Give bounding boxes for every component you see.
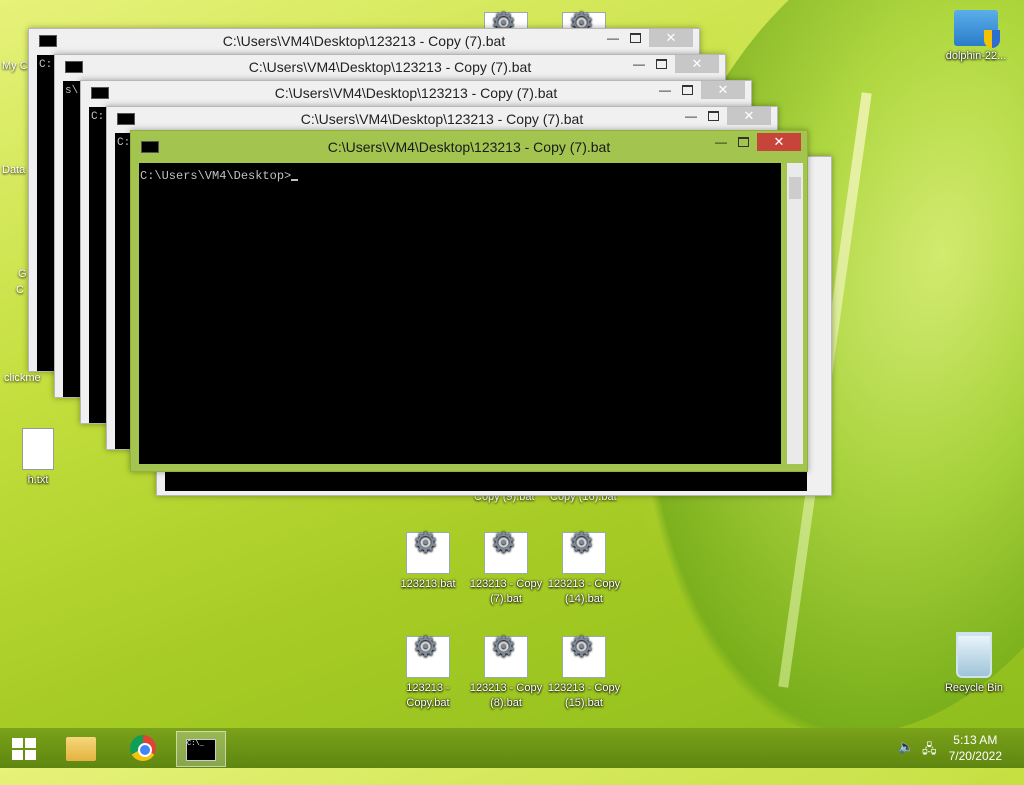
desktop-icon-bat[interactable]: 123213 - Copy (7).bat	[468, 532, 544, 607]
clock-time: 5:13 AM	[953, 733, 998, 747]
minimize-button[interactable]: —	[715, 135, 729, 149]
desktop-icon-dolphin[interactable]: dolphin-22...	[938, 10, 1014, 64]
close-button[interactable]: ✕	[727, 107, 771, 125]
maximize-button[interactable]	[708, 111, 719, 121]
maximize-button[interactable]	[630, 33, 641, 43]
window-title: C:\Users\VM4\Desktop\123213 - Copy (7).b…	[248, 59, 532, 75]
network-icon[interactable]: 🖧	[922, 740, 937, 762]
desktop-icon-label: 123213 - Copy (7).bat	[469, 578, 543, 605]
desktop-icon-label[interactable]: My C	[2, 60, 28, 72]
window-titlebar[interactable]: C:\Users\VM4\Desktop\123213 - Copy (7).b…	[107, 107, 777, 129]
window-title: C:\Users\VM4\Desktop\123213 - Copy (7).b…	[300, 111, 584, 127]
vertical-scrollbar[interactable]	[787, 163, 803, 464]
window-title: C:\Users\VM4\Desktop\123213 - Copy (7).b…	[327, 139, 611, 155]
close-button[interactable]: ✕	[757, 133, 801, 151]
desktop-icon-recycle-bin[interactable]: Recycle Bin	[936, 632, 1012, 696]
desktop-icon-label: 123213 - Copy (8).bat	[469, 682, 543, 709]
desktop-icon-label[interactable]: clickme	[4, 372, 41, 384]
window-title: C:\Users\VM4\Desktop\123213 - Copy (7).b…	[274, 85, 558, 101]
batch-file-icon	[562, 532, 606, 574]
console-output[interactable]: C:\Users\VM4\Desktop>	[139, 163, 781, 464]
desktop-icon-label: 123213 - Copy (14).bat	[547, 578, 621, 605]
taskbar: C:\_ 🔈 🖧 5:13 AM 7/20/2022	[0, 728, 1024, 768]
batch-file-icon	[406, 636, 450, 678]
speaker-muted-icon[interactable]: 🔈	[898, 740, 914, 755]
window-titlebar[interactable]: C:\Users\VM4\Desktop\123213 - Copy (7).b…	[81, 81, 751, 103]
maximize-button[interactable]	[682, 85, 693, 95]
recycle-bin-icon	[956, 632, 992, 678]
start-button[interactable]	[0, 731, 48, 765]
minimize-button[interactable]: —	[685, 109, 699, 123]
file-explorer-icon	[66, 737, 96, 761]
chrome-icon	[130, 735, 156, 761]
maximize-button[interactable]	[738, 137, 749, 147]
desktop-icon-label[interactable]: G	[18, 268, 27, 280]
desktop-icon-bat[interactable]: 123213 - Copy (8).bat	[468, 636, 544, 711]
desktop-icon-bat[interactable]: 123213 - Copy (15).bat	[546, 636, 622, 711]
desktop-icon-label: 123213 - Copy.bat	[406, 682, 450, 709]
maximize-button[interactable]	[656, 59, 667, 69]
shield-icon	[984, 30, 1000, 48]
scrollbar-thumb[interactable]	[789, 177, 801, 199]
text-cursor	[291, 179, 299, 181]
desktop-icon-bat[interactable]: 123213 - Copy.bat	[390, 636, 466, 711]
batch-file-icon	[562, 636, 606, 678]
desktop-icon-h-txt[interactable]: h.txt	[0, 428, 76, 488]
window-titlebar[interactable]: C:\Users\VM4\Desktop\123213 - Copy (7).b…	[55, 55, 725, 77]
console-prompt: C:\Users\VM4\Desktop>	[139, 163, 781, 189]
desktop-icon-bat[interactable]: 123213.bat	[390, 532, 466, 592]
desktop-icon-label: 123213.bat	[400, 578, 456, 590]
desktop-icon-label: h.txt	[27, 474, 49, 486]
desktop-icon-label[interactable]: Data	[2, 164, 25, 176]
close-button[interactable]: ✕	[675, 55, 719, 73]
window-titlebar[interactable]: C:\Users\VM4\Desktop\123213 - Copy (7).b…	[29, 29, 699, 51]
window-title: C:\Users\VM4\Desktop\123213 - Copy (7).b…	[222, 33, 506, 49]
console-window-active[interactable]: C:\Users\VM4\Desktop\123213 - Copy (7).b…	[130, 130, 808, 472]
desktop-icon-bat[interactable]: 123213 - Copy (14).bat	[546, 532, 622, 607]
cmd-icon: C:\_	[186, 739, 216, 761]
minimize-button[interactable]: —	[659, 83, 673, 97]
desktop-icon-label: Recycle Bin	[944, 682, 1004, 694]
desktop-icon-label[interactable]: C	[16, 284, 24, 296]
taskbar-cmd[interactable]: C:\_	[176, 731, 226, 767]
minimize-button[interactable]: —	[607, 31, 621, 45]
close-button[interactable]: ✕	[649, 29, 693, 47]
batch-file-icon	[484, 532, 528, 574]
windows-start-icon	[12, 738, 36, 760]
prompt-text: C:\Users\VM4\Desktop>	[140, 169, 292, 183]
desktop-icon-label: dolphin-22...	[945, 50, 1007, 62]
system-clock[interactable]: 5:13 AM 7/20/2022	[949, 732, 1002, 764]
batch-file-icon	[484, 636, 528, 678]
window-titlebar[interactable]: C:\Users\VM4\Desktop\123213 - Copy (7).b…	[131, 131, 807, 161]
desktop-icon-label: 123213 - Copy (15).bat	[547, 682, 621, 709]
minimize-button[interactable]: —	[633, 57, 647, 71]
close-button[interactable]: ✕	[701, 81, 745, 99]
folder-icon	[954, 10, 1000, 48]
batch-file-icon	[406, 532, 450, 574]
clock-date: 7/20/2022	[948, 749, 1002, 763]
text-file-icon	[22, 428, 54, 470]
taskbar-file-explorer[interactable]	[56, 731, 104, 765]
taskbar-chrome[interactable]	[118, 731, 166, 765]
